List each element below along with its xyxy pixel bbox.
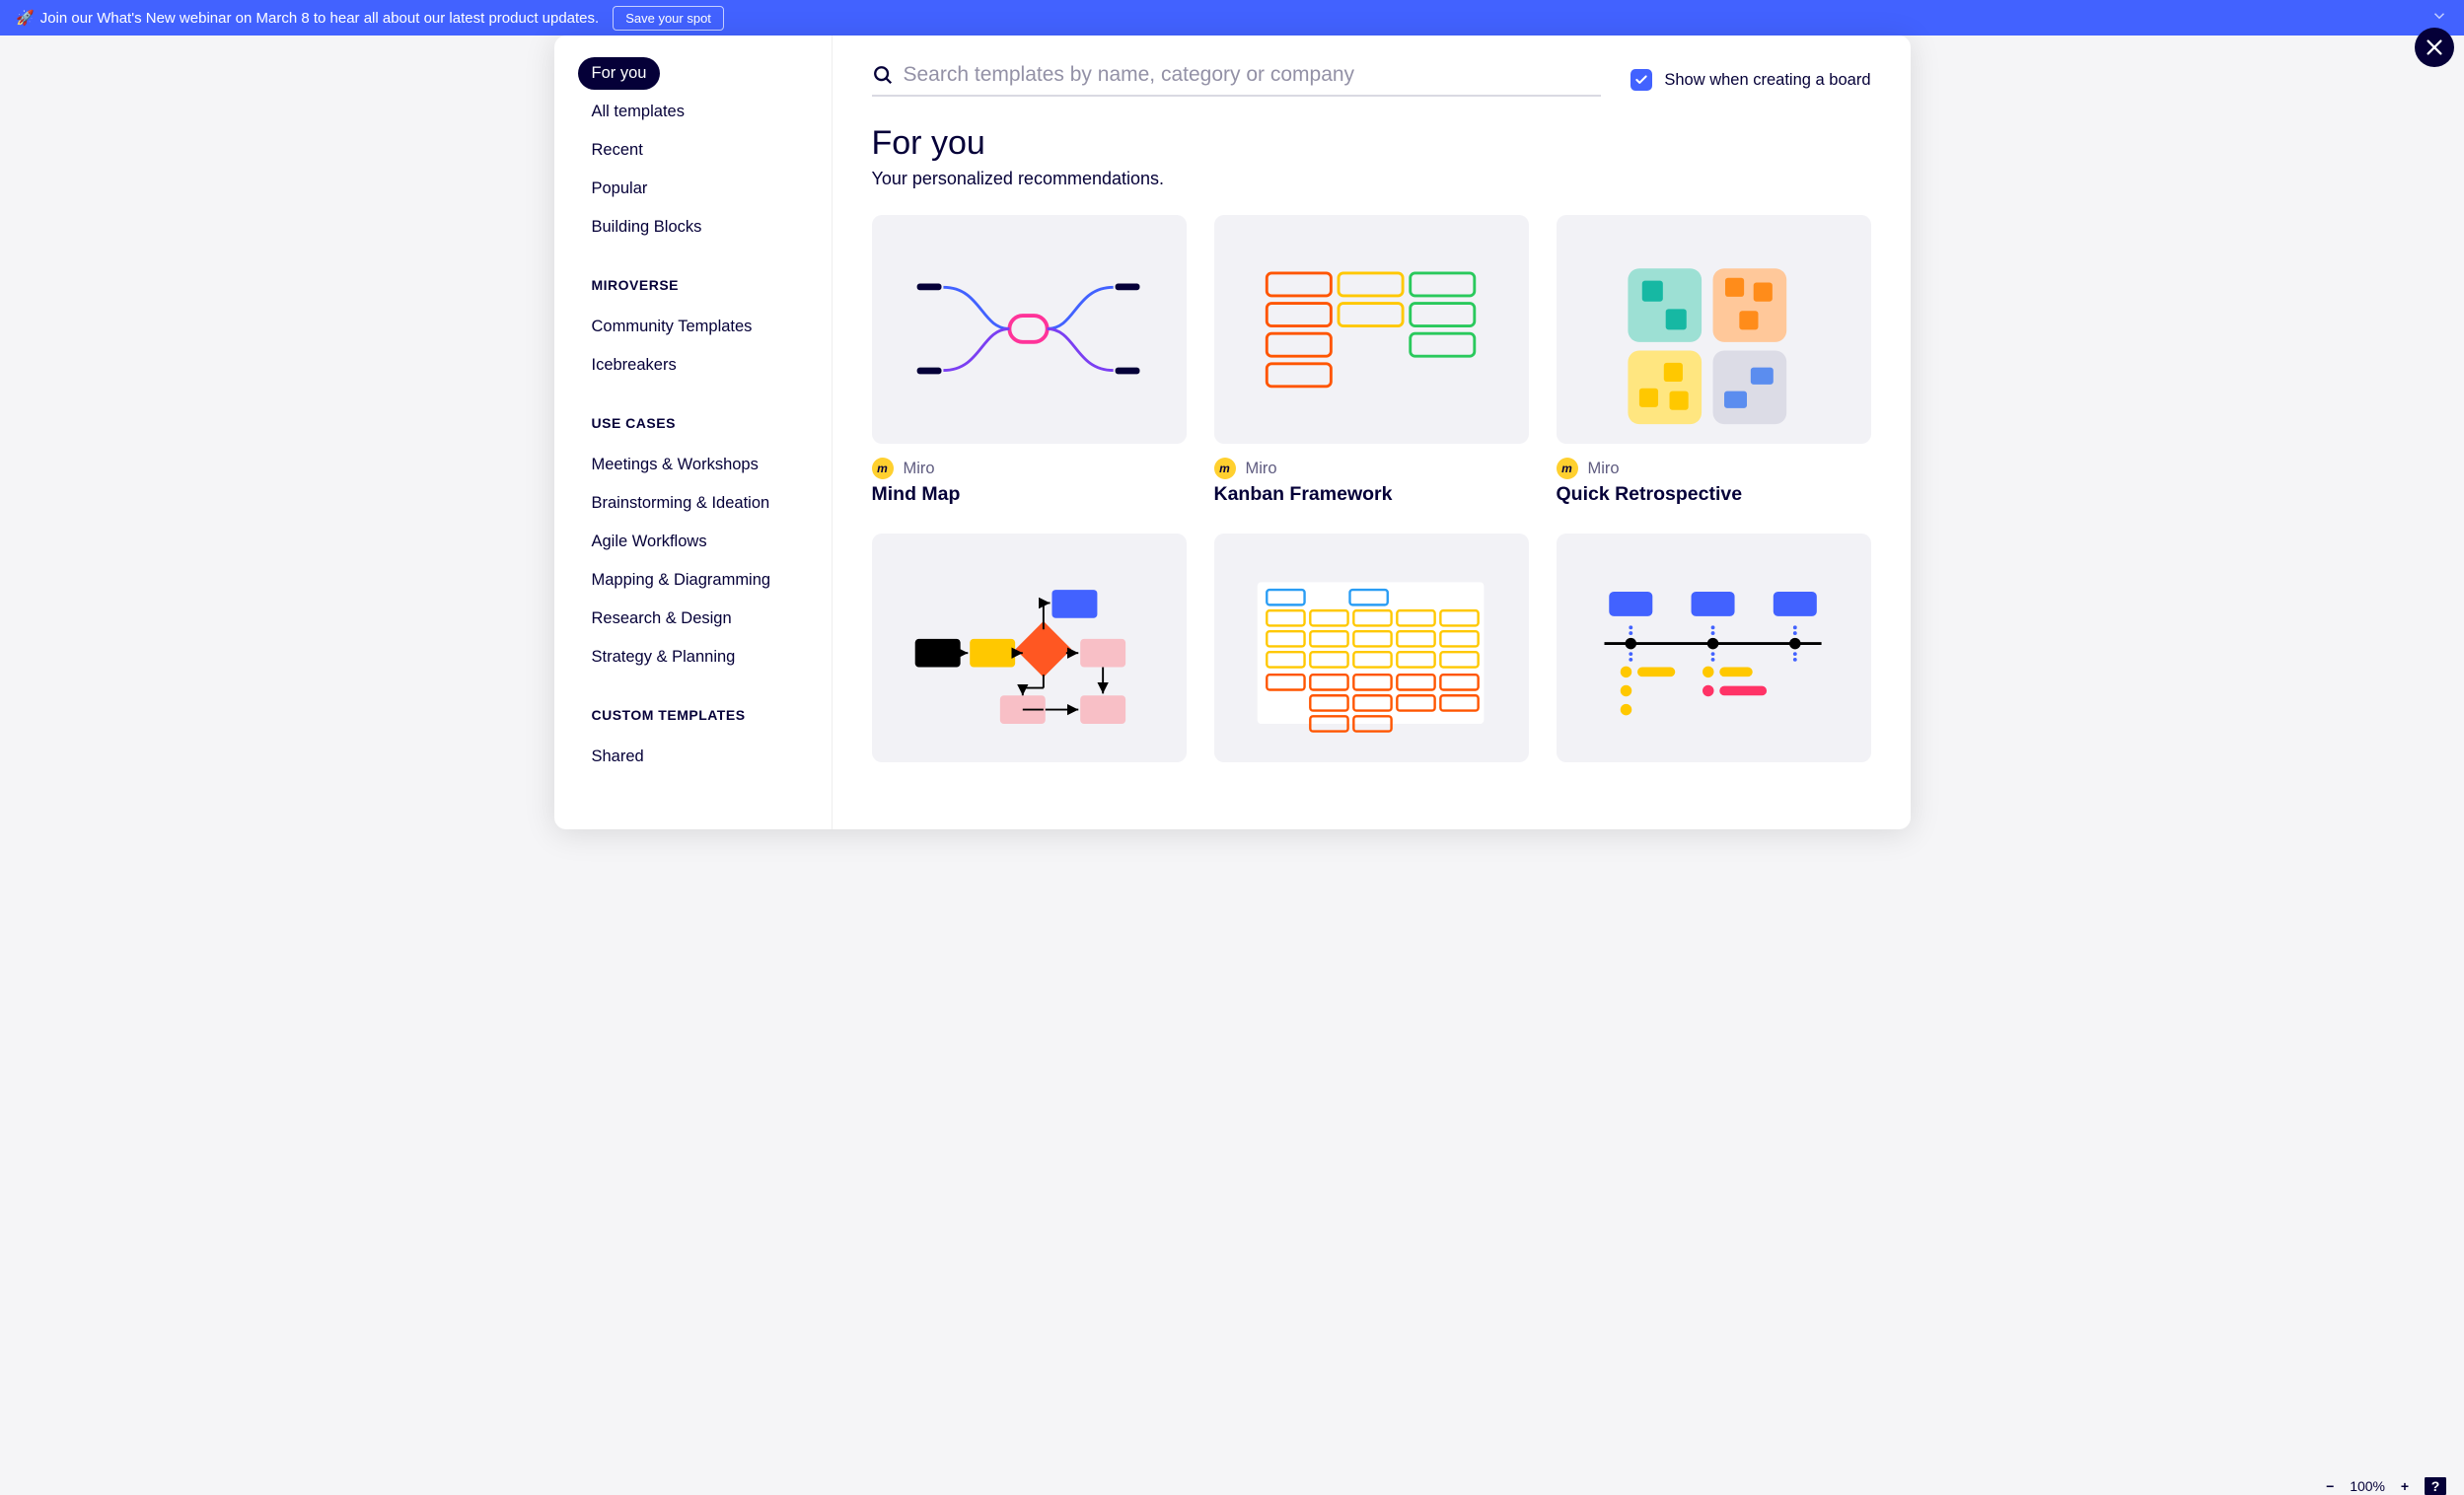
show-toggle-label: Show when creating a board (1664, 71, 1870, 90)
help-button[interactable]: ? (2425, 1477, 2446, 1495)
template-title: Mind Map (872, 483, 1187, 506)
main-content: Show when creating a board For you Your … (833, 36, 1911, 829)
zoom-in-button[interactable]: + (2395, 1478, 2415, 1494)
template-card-1[interactable]: m Miro Kanban Framework (1214, 215, 1529, 506)
author-name: Miro (904, 460, 935, 478)
page-title: For you (872, 124, 1871, 163)
template-thumb (1214, 534, 1529, 762)
zoom-controls: − 100% + ? (2320, 1477, 2446, 1495)
zoom-out-button[interactable]: − (2320, 1478, 2340, 1494)
zoom-level: 100% (2350, 1478, 2385, 1494)
sidebar-item-custom-0[interactable]: Shared (578, 741, 658, 773)
template-card-5[interactable] (1557, 534, 1871, 776)
sidebar-item-usecase-5[interactable]: Strategy & Planning (578, 641, 750, 674)
page-subtitle: Your personalized recommendations. (872, 169, 1871, 189)
template-thumb (1214, 215, 1529, 444)
author-badge-icon: m (1557, 458, 1578, 479)
announcement-banner: 🚀 Join our What's New webinar on March 8… (0, 0, 2464, 36)
rocket-icon: 🚀 (16, 9, 35, 27)
template-thumb (1557, 534, 1871, 762)
author-badge-icon: m (872, 458, 894, 479)
sidebar-item-usecase-1[interactable]: Brainstorming & Ideation (578, 487, 784, 520)
template-thumb (1557, 215, 1871, 444)
template-title: Kanban Framework (1214, 483, 1529, 506)
sidebar-item-usecase-2[interactable]: Agile Workflows (578, 526, 721, 558)
sidebar-item-usecase-4[interactable]: Research & Design (578, 603, 746, 635)
save-spot-button[interactable]: Save your spot (613, 6, 724, 31)
template-card-3[interactable] (872, 534, 1187, 776)
sidebar-item-primary-0[interactable]: For you (578, 57, 661, 90)
sidebar-item-primary-3[interactable]: Popular (578, 173, 662, 205)
search-field-wrap[interactable] (872, 63, 1602, 97)
template-thumb (872, 215, 1187, 444)
checkbox-icon[interactable] (1631, 69, 1652, 91)
show-when-creating-toggle[interactable]: Show when creating a board (1631, 69, 1870, 91)
sidebar: For you All templates Recent Popular Buildin… (554, 36, 833, 829)
author-name: Miro (1246, 460, 1277, 478)
template-card-0[interactable]: m Miro Mind Map (872, 215, 1187, 506)
sidebar-item-primary-1[interactable]: All templates (578, 96, 698, 128)
search-icon (872, 64, 894, 86)
search-input[interactable] (904, 63, 1602, 87)
sidebar-item-primary-4[interactable]: Building Blocks (578, 211, 716, 244)
template-card-2[interactable]: m Miro Quick Retrospective (1557, 215, 1871, 506)
sidebar-item-primary-2[interactable]: Recent (578, 134, 657, 167)
author-name: Miro (1588, 460, 1620, 478)
miroverse-heading: MIROVERSE (578, 271, 808, 299)
template-thumb (872, 534, 1187, 762)
custom-heading: CUSTOM TEMPLATES (578, 701, 808, 729)
template-card-4[interactable] (1214, 534, 1529, 776)
banner-text: Join our What's New webinar on March 8 t… (40, 10, 600, 27)
template-title: Quick Retrospective (1557, 483, 1871, 506)
close-modal-button[interactable] (2415, 28, 2454, 67)
template-picker-modal: For you All templates Recent Popular Buildin… (554, 36, 1911, 829)
usecases-heading: USE CASES (578, 409, 808, 437)
sidebar-item-miroverse-0[interactable]: Community Templates (578, 311, 766, 343)
sidebar-item-usecase-3[interactable]: Mapping & Diagramming (578, 564, 785, 597)
sidebar-item-miroverse-1[interactable]: Icebreakers (578, 349, 690, 382)
author-badge-icon: m (1214, 458, 1236, 479)
banner-close-icon[interactable] (2430, 7, 2448, 29)
sidebar-item-usecase-0[interactable]: Meetings & Workshops (578, 449, 772, 481)
